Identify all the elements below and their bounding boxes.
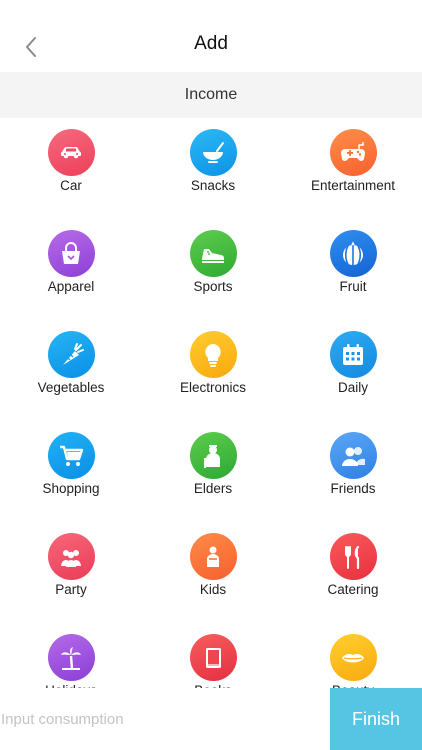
category-friends[interactable]: Friends bbox=[284, 421, 422, 522]
category-grid-container[interactable]: Car Snacks Entertainment Apparel Sports Fruit… bbox=[0, 118, 422, 688]
category-books[interactable]: Books bbox=[142, 623, 284, 688]
elder-icon-badge bbox=[189, 432, 237, 479]
lips-icon bbox=[342, 653, 364, 662]
cutlery-icon bbox=[345, 545, 360, 569]
category-label: Catering bbox=[327, 582, 379, 597]
category-apparel[interactable]: Apparel bbox=[0, 219, 142, 320]
lightbulb-icon-badge bbox=[189, 331, 237, 378]
page-title: Add bbox=[194, 33, 228, 54]
category-label: Party bbox=[55, 582, 87, 597]
palm-tree-icon-badge bbox=[47, 634, 95, 681]
category-label: Daily bbox=[337, 380, 368, 395]
category-fruit[interactable]: Fruit bbox=[284, 219, 422, 320]
finish-label: Finish bbox=[351, 708, 400, 729]
category-label: Fruit bbox=[339, 279, 367, 294]
bottom-bar: Finish bbox=[0, 688, 422, 750]
kids-icon-badge bbox=[189, 533, 237, 580]
category-label: Apparel bbox=[47, 279, 95, 294]
calendar-icon bbox=[343, 343, 363, 365]
handbag-icon-badge bbox=[47, 230, 95, 277]
section-header-income: Income bbox=[0, 72, 422, 118]
category-label: Shopping bbox=[42, 481, 100, 496]
bowl-icon-badge bbox=[189, 129, 237, 176]
car-icon-badge bbox=[47, 129, 95, 176]
elder-icon bbox=[204, 444, 220, 468]
car-icon bbox=[61, 146, 81, 158]
cart-icon bbox=[60, 445, 84, 466]
category-holidays[interactable]: Holidays bbox=[0, 623, 142, 688]
carrot-icon-badge bbox=[47, 331, 95, 378]
category-car[interactable]: Car bbox=[0, 118, 142, 219]
book-icon-badge bbox=[189, 634, 237, 681]
party-icon bbox=[61, 549, 81, 567]
category-label: Snacks bbox=[190, 178, 236, 193]
header: Add bbox=[0, 0, 422, 72]
cart-icon-badge bbox=[47, 432, 95, 479]
category-label: Elders bbox=[193, 481, 233, 496]
category-label: Electronics bbox=[179, 380, 247, 395]
category-electronics[interactable]: Electronics bbox=[142, 320, 284, 421]
category-kids[interactable]: Kids bbox=[142, 522, 284, 623]
category-label: Vegetables bbox=[37, 380, 105, 395]
carrot-icon bbox=[63, 342, 84, 365]
friends-icon bbox=[342, 446, 365, 466]
category-shopping[interactable]: Shopping bbox=[0, 421, 142, 522]
category-catering[interactable]: Catering bbox=[284, 522, 422, 623]
category-daily[interactable]: Daily bbox=[284, 320, 422, 421]
watermelon-icon bbox=[343, 240, 363, 265]
category-elders[interactable]: Elders bbox=[142, 421, 284, 522]
category-vegetables[interactable]: Vegetables bbox=[0, 320, 142, 421]
party-icon-badge bbox=[47, 533, 95, 580]
category-label: Friends bbox=[330, 481, 376, 496]
category-label: Car bbox=[60, 178, 82, 193]
lips-icon-badge bbox=[329, 634, 377, 681]
section-label: Income bbox=[184, 86, 238, 103]
watermelon-icon-badge bbox=[329, 230, 377, 277]
category-sports[interactable]: Sports bbox=[142, 219, 284, 320]
friends-icon-badge bbox=[329, 432, 377, 479]
bowl-icon bbox=[203, 141, 224, 163]
cutlery-icon-badge bbox=[329, 533, 377, 580]
book-icon bbox=[206, 647, 221, 668]
calendar-icon-badge bbox=[329, 331, 377, 378]
category-entertainment[interactable]: Entertainment bbox=[284, 118, 422, 219]
category-label: Entertainment bbox=[310, 178, 396, 193]
gamepad-icon bbox=[341, 141, 365, 161]
category-beauty[interactable]: Beauty bbox=[284, 623, 422, 688]
sneaker-icon-badge bbox=[189, 230, 237, 277]
handbag-icon bbox=[62, 241, 80, 264]
gamepad-icon-badge bbox=[329, 129, 377, 176]
palm-tree-icon bbox=[61, 646, 81, 670]
consumption-input[interactable] bbox=[0, 688, 330, 750]
category-label: Sports bbox=[193, 279, 233, 294]
kids-icon bbox=[207, 546, 219, 567]
lightbulb-icon bbox=[205, 343, 221, 367]
category-snacks[interactable]: Snacks bbox=[142, 118, 284, 219]
category-label: Kids bbox=[199, 582, 227, 597]
category-grid: Car Snacks Entertainment Apparel Sports Fruit… bbox=[0, 118, 422, 688]
finish-button[interactable]: Finish bbox=[330, 688, 422, 750]
category-party[interactable]: Party bbox=[0, 522, 142, 623]
sneaker-icon bbox=[202, 248, 224, 263]
